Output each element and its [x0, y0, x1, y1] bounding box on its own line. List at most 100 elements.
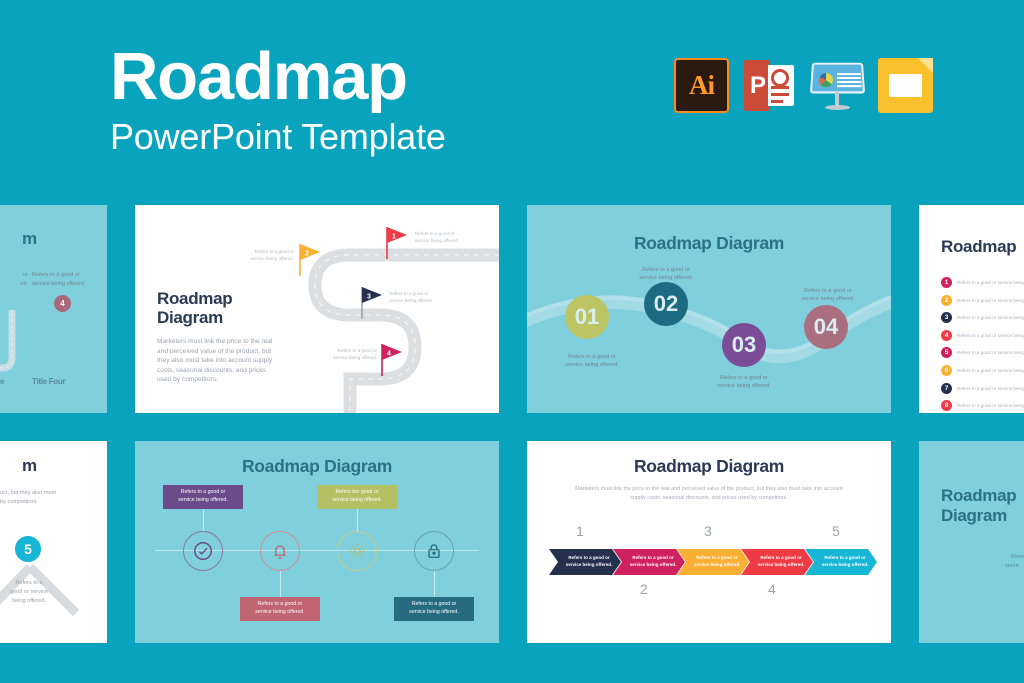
page-header: Roadmap PowerPoint Template Ai — [0, 0, 1024, 196]
icons-note-4: Refers to a good or service being offere… — [394, 597, 474, 621]
partial-br-title: Roadmap Diagram — [941, 486, 1017, 526]
flag-3-note-line1: Refers to a good or — [389, 291, 429, 296]
flag-4-note-line2: service being offered. — [333, 354, 377, 360]
list-badge-4: 4 — [941, 329, 952, 341]
slide-partial-top-right[interactable]: Roadmap 1 Refers to a good or service be… — [919, 205, 1024, 413]
keynote-icon-screen — [809, 62, 866, 94]
chevron-number-1: 1 — [576, 523, 584, 539]
icons-note-1: Refers to a good or service being offere… — [163, 485, 243, 509]
list-item[interactable]: 3 Refers to a good or service being — [941, 312, 1024, 324]
circle-item-04-note-line2: service being offered. — [801, 296, 855, 303]
circle-item-02-note-line2: service being offered. — [639, 275, 693, 282]
partial-bl-title: m — [22, 456, 37, 475]
circle-item-02-note-line1: Refers to a good or — [642, 267, 690, 273]
list-item[interactable]: 6 Refers to a good or service being — [941, 364, 1024, 376]
chevron-item-2[interactable]: Refers to a good or service being offere… — [613, 549, 685, 575]
adobe-illustrator-icon[interactable]: Ai — [674, 58, 729, 113]
circle-item-04: 04 — [804, 305, 848, 349]
flag-1-icon: 1 — [386, 227, 407, 259]
partial-br-title-line1: Roadmap — [941, 486, 1017, 505]
circle-item-02: 02 — [644, 282, 688, 326]
slide-roadmap-road[interactable]: Roadmap Diagram Marketers must link the … — [135, 205, 499, 413]
chevrons-slide-subtitle: Marketers must link the price to the rea… — [575, 486, 843, 501]
flag-2-note-line1: Refers to a good or — [254, 249, 294, 254]
chevron-item-2-note: Refers to a good or service being offere… — [622, 555, 677, 568]
partial-br-title-line2: Diagram — [941, 506, 1007, 526]
partial-bl-circle-5: 5 — [12, 533, 44, 565]
chevron-item-4[interactable]: Refers to a good or service being offere… — [741, 549, 813, 575]
flag-1-note: Refers to a good or service being offere… — [415, 231, 479, 245]
keynote-icon-lines — [836, 73, 862, 88]
chevron-item-5-line2: service being offered. — [821, 562, 869, 567]
flag-3-icon: 3 — [361, 287, 382, 319]
keynote-icon-base — [825, 105, 850, 110]
slide-grid: m or ed. Refers to a good or service bei… — [0, 205, 1024, 683]
google-slides-icon[interactable] — [878, 58, 933, 113]
flag-1-note-line2: service being offered. — [415, 237, 459, 243]
gear-icon[interactable] — [337, 531, 377, 571]
list-item[interactable]: 7 Refers to a good or service being — [941, 382, 1024, 394]
chevron-item-3[interactable]: Refers to a good or service being offere… — [677, 549, 749, 575]
chevron-number-5: 5 — [832, 523, 840, 539]
slide-partial-top-left[interactable]: m or ed. Refers to a good or service bei… — [0, 205, 107, 413]
svg-text:4: 4 — [387, 351, 391, 358]
list-text-4: Refers to a good or service being — [957, 332, 1024, 338]
slide-roadmap-chevrons[interactable]: Roadmap Diagram Marketers must link the … — [527, 441, 891, 643]
title-block: Roadmap PowerPoint Template — [110, 39, 446, 157]
illustrator-icon-label: Ai — [689, 70, 715, 100]
slide-roadmap-circles[interactable]: Roadmap Diagram 01 Refers to a good or s… — [527, 205, 891, 413]
icons-note-3: Refers too good or service being offered… — [317, 485, 397, 509]
powerpoint-icon-bar — [771, 93, 789, 96]
flag-2-note-line2: service being offered. — [250, 255, 294, 261]
slide-roadmap-icons[interactable]: Roadmap Diagram Refers to a good or serv… — [135, 441, 499, 643]
chevron-number-4: 4 — [768, 581, 776, 597]
chevrons-slide-title: Roadmap Diagram — [633, 456, 785, 476]
flag-4-note: Refers to a good or service being offere… — [313, 348, 377, 362]
list-badge-7: 7 — [941, 382, 952, 394]
flag-2-note: Refers to a good or service being offere… — [230, 249, 294, 263]
list-item[interactable]: 4 Refers to a good or service being — [941, 329, 1024, 341]
list-item[interactable]: 5 Refers to a good or service being — [941, 347, 1024, 359]
partial-bl-note-line2: good or service — [9, 589, 49, 595]
partial-tl-note-1: Refers to a good or — [32, 272, 80, 278]
chevron-item-1-line2: service being offered. — [565, 562, 613, 567]
slide-partial-bottom-right[interactable]: Roadmap Diagram Refer servic — [919, 441, 1024, 643]
page-title: Roadmap — [110, 39, 408, 114]
chevron-item-5[interactable]: Refers to a good or service being offere… — [805, 549, 877, 575]
check-circle-icon[interactable] — [183, 531, 223, 571]
list-badge-2: 2 — [941, 294, 952, 306]
chevron-item-1-note: Refers to a good or service being offere… — [558, 555, 613, 568]
powerpoint-icon-page — [768, 65, 794, 106]
list-item[interactable]: 8 Refers to a good or service being — [941, 400, 1024, 412]
chevron-item-3-note: Refers to a good or service being offere… — [686, 555, 741, 568]
google-slides-icon-frame — [889, 74, 922, 97]
flag-4-icon: 4 — [381, 344, 402, 376]
icons-stem-4 — [434, 571, 435, 599]
list-item[interactable]: 2 Refers to a good or service being — [941, 294, 1024, 306]
partial-bl-note-line1: Refers to a — [15, 580, 43, 586]
road-slide-title-line2: Diagram — [157, 308, 223, 328]
partial-tr-list: 1 Refers to a good or service being 2 Re… — [941, 277, 1024, 413]
lock-icon[interactable] — [414, 531, 454, 571]
partial-tl-road — [0, 310, 16, 372]
partial-bl-note-line3: being offered. — [11, 598, 47, 604]
chevron-item-1[interactable]: Refers to a good or service being offere… — [549, 549, 621, 575]
list-text-3: Refers to a good or service being — [957, 315, 1024, 321]
chevron-item-4-note: Refers to a good or service being offere… — [750, 555, 805, 568]
bell-icon[interactable] — [260, 531, 300, 571]
keynote-icon[interactable] — [809, 58, 866, 113]
circle-item-01-note-line1: Refers to a good or — [568, 354, 616, 360]
powerpoint-icon-bar — [771, 86, 789, 89]
list-item[interactable]: 1 Refers to a good or service being — [941, 277, 1024, 288]
chevrons-row: Refers to a good or service being offere… — [549, 549, 869, 575]
partial-bl-body-line1: uct, but they also must — [0, 490, 56, 496]
circle-item-01-note-line2: service being offered. — [565, 362, 619, 369]
powerpoint-icon[interactable] — [742, 58, 797, 113]
icons-note-4-line2: service being offered. — [409, 608, 459, 615]
partial-tl-title: m — [22, 229, 37, 248]
keynote-icon-pie — [818, 73, 834, 88]
partial-tl-note-left-2: ed. — [20, 281, 28, 287]
list-text-2: Refers to a good or service being — [957, 297, 1024, 303]
svg-text:3: 3 — [367, 294, 371, 301]
slide-partial-bottom-left[interactable]: m uct, but they also must by competitors… — [0, 441, 107, 643]
